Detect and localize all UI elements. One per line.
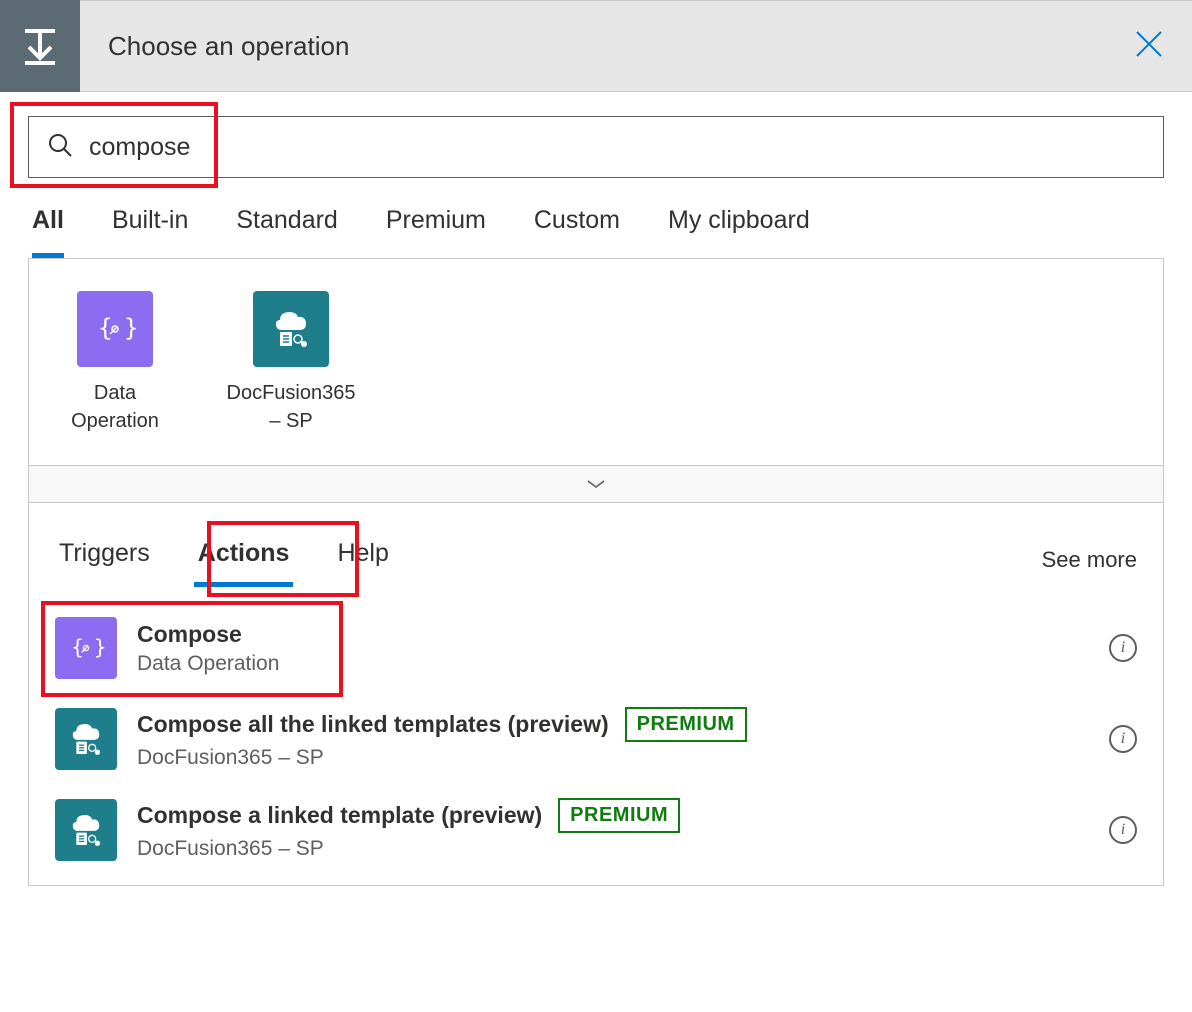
dialog-title: Choose an operation [108,31,349,62]
data-operation-icon: { } [55,617,117,679]
info-button[interactable]: i [1109,725,1137,753]
tab-standard[interactable]: Standard [236,206,337,258]
connector-label: Data Operation [55,379,175,435]
search-icon [47,132,73,163]
premium-badge: PREMIUM [625,707,747,742]
svg-text:}: } [124,314,138,342]
chevron-down-icon [586,478,606,490]
docfusion-icon [253,291,329,367]
subtab-help[interactable]: Help [333,533,392,587]
action-subtitle: Data Operation [137,652,1099,676]
category-tabs: All Built-in Standard Premium Custom My … [0,188,1192,258]
svg-text:}: } [94,635,106,659]
search-box[interactable] [28,116,1164,178]
svg-text:{: { [98,314,112,342]
action-compose-a-linked-template[interactable]: Compose a linked template (preview) PREM… [29,784,1163,875]
tab-all[interactable]: All [32,206,64,258]
search-area [0,92,1192,188]
subtab-triggers[interactable]: Triggers [55,533,154,587]
close-icon [1134,29,1164,59]
expand-connectors-button[interactable] [29,465,1163,503]
tab-built-in[interactable]: Built-in [112,206,188,258]
action-compose-all-linked-templates[interactable]: Compose all the linked templates (previe… [29,693,1163,784]
action-title: Compose [137,621,242,648]
subtab-actions[interactable]: Actions [194,533,294,587]
action-text: Compose Data Operation [137,621,1099,676]
tab-premium[interactable]: Premium [386,206,486,258]
connector-label: DocFusion365 – SP [227,379,356,435]
connector-docfusion365-sp[interactable]: DocFusion365 – SP [231,291,351,435]
close-button[interactable] [1134,29,1164,64]
subtabs: Triggers Actions Help [55,533,393,587]
subtabs-row: Triggers Actions Help See more [29,503,1163,599]
info-button[interactable]: i [1109,634,1137,662]
docfusion-icon [55,799,117,861]
action-text: Compose all the linked templates (previe… [137,707,1099,770]
connector-grid: { } Data Operation Do [29,259,1163,465]
data-operation-icon: { } [77,291,153,367]
action-subtitle: DocFusion365 – SP [137,746,1099,770]
action-subtitle: DocFusion365 – SP [137,837,1099,861]
action-text: Compose a linked template (preview) PREM… [137,798,1099,861]
connector-data-operation[interactable]: { } Data Operation [55,291,175,435]
see-more-link[interactable]: See more [1042,547,1137,573]
docfusion-icon [55,708,117,770]
results-panel: { } Data Operation Do [28,258,1164,886]
action-list: { } Compose Data Operation i [29,599,1163,885]
dialog-header: Choose an operation [0,0,1192,92]
arrow-down-to-line-icon [19,25,61,67]
action-compose[interactable]: { } Compose Data Operation i [29,603,1163,693]
premium-badge: PREMIUM [558,798,680,833]
info-button[interactable]: i [1109,816,1137,844]
action-title: Compose all the linked templates (previe… [137,711,609,738]
tab-custom[interactable]: Custom [534,206,620,258]
header-left: Choose an operation [0,0,349,92]
svg-text:{: { [71,635,84,659]
operation-header-icon [0,0,80,92]
action-title: Compose a linked template (preview) [137,802,542,829]
search-input[interactable] [89,133,1145,162]
tab-my-clipboard[interactable]: My clipboard [668,206,810,258]
